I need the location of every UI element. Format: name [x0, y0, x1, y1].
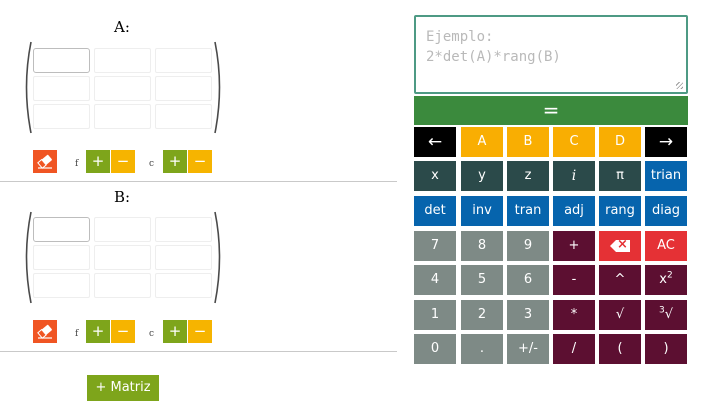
eraser-icon [37, 324, 52, 339]
key-matrix-a[interactable]: A [461, 127, 503, 157]
matrix-b-cell-3-2[interactable] [94, 273, 151, 298]
matrix-b-remove-col-button[interactable]: − [188, 320, 212, 343]
key-power[interactable]: ^ [599, 265, 641, 295]
matrix-b-left-bracket [19, 210, 33, 305]
matrix-divider [0, 181, 397, 182]
matrix-b-cell-1-1[interactable] [33, 217, 90, 242]
key-3[interactable]: 3 [507, 300, 549, 330]
matrix-a-cell-3-1[interactable] [33, 104, 90, 129]
matrix-b-cell-2-2[interactable] [94, 245, 151, 270]
matrix-a-right-bracket [213, 40, 227, 135]
key-y[interactable]: y [461, 161, 503, 191]
matrix-b-add-col-button[interactable]: + [163, 320, 187, 343]
matrix-b-remove-row-button[interactable]: − [111, 320, 135, 343]
key-square[interactable]: x2 [645, 265, 687, 295]
matrix-b-clear-button[interactable] [33, 320, 57, 343]
resize-grip-icon[interactable] [676, 82, 683, 89]
matrix-a-cell-2-1[interactable] [33, 76, 90, 101]
key-1[interactable]: 1 [414, 300, 456, 330]
key-x[interactable]: x [414, 161, 456, 191]
matrix-a-cell-3-2[interactable] [94, 104, 151, 129]
matrix-a-remove-col-button[interactable]: − [188, 150, 212, 173]
key-diag[interactable]: diag [645, 196, 687, 226]
key-sqrt[interactable]: √ [599, 300, 641, 330]
key-adj[interactable]: adj [553, 196, 595, 226]
key-7[interactable]: 7 [414, 231, 456, 261]
key-4[interactable]: 4 [414, 265, 456, 295]
matrix-a-cell-1-3[interactable] [155, 48, 212, 73]
cursor-left-button[interactable]: ← [414, 127, 456, 157]
matrix-a-add-row-button[interactable]: + [86, 150, 110, 173]
key-inv[interactable]: inv [461, 196, 503, 226]
matrix-a-add-col-button[interactable]: + [163, 150, 187, 173]
matrix-b-title: B: [113, 188, 131, 206]
backspace-button[interactable] [599, 231, 641, 261]
key-0[interactable]: 0 [414, 334, 456, 364]
key-trian[interactable]: trian [645, 161, 687, 191]
key-z[interactable]: z [507, 161, 549, 191]
clear-all-button[interactable]: AC [645, 231, 687, 261]
add-matrix-button[interactable]: + Matriz [87, 375, 159, 401]
matrix-b-cell-1-2[interactable] [94, 217, 151, 242]
matrix-a-clear-button[interactable] [33, 150, 57, 173]
matrix-a-title: A: [114, 18, 130, 36]
matrix-b-cols-label: c [149, 329, 155, 339]
matrix-a-cell-3-3[interactable] [155, 104, 212, 129]
key-negate[interactable]: +/- [507, 334, 549, 364]
key-8[interactable]: 8 [461, 231, 503, 261]
matrix-a-controls: f + − c + − [33, 150, 213, 173]
cursor-right-button[interactable]: → [645, 127, 687, 157]
key-matrix-b[interactable]: B [507, 127, 549, 157]
matrix-b-cell-1-3[interactable] [155, 217, 212, 242]
backspace-icon [610, 240, 630, 252]
expression-box [414, 15, 688, 94]
expression-input[interactable] [426, 27, 676, 82]
key-det[interactable]: det [414, 196, 456, 226]
key-decimal[interactable]: . [461, 334, 503, 364]
key-close-paren[interactable]: ) [645, 334, 687, 364]
matrix-divider [0, 351, 397, 352]
matrix-b-controls: f + − c + − [33, 320, 213, 343]
matrix-a-left-bracket [19, 40, 33, 135]
key-minus[interactable]: - [553, 265, 595, 295]
key-matrix-c[interactable]: C [553, 127, 595, 157]
key-6[interactable]: 6 [507, 265, 549, 295]
key-divide[interactable]: / [553, 334, 595, 364]
matrix-b-cell-2-1[interactable] [33, 245, 90, 270]
matrix-a-cell-1-2[interactable] [94, 48, 151, 73]
key-matrix-d[interactable]: D [599, 127, 641, 157]
matrix-b-rows-label: f [75, 329, 79, 339]
square-label: x2 [659, 270, 673, 287]
key-open-paren[interactable]: ( [599, 334, 641, 364]
matrix-b-cell-2-3[interactable] [155, 245, 212, 270]
matrix-b-cell-3-3[interactable] [155, 273, 212, 298]
matrix-a-cell-2-3[interactable] [155, 76, 212, 101]
matrix-b-cell-3-1[interactable] [33, 273, 90, 298]
key-tran[interactable]: tran [507, 196, 549, 226]
key-multiply[interactable]: * [553, 300, 595, 330]
matrix-a-remove-row-button[interactable]: − [111, 150, 135, 173]
cube-root-label: 3√ [658, 305, 674, 322]
key-plus[interactable]: + [553, 231, 595, 261]
matrix-a-cols-label: c [149, 159, 155, 169]
key-9[interactable]: 9 [507, 231, 549, 261]
key-2[interactable]: 2 [461, 300, 503, 330]
matrix-a-cell-2-2[interactable] [94, 76, 151, 101]
matrix-a-cell-1-1[interactable] [33, 48, 90, 73]
key-pi[interactable]: π [599, 161, 641, 191]
equals-button[interactable]: = [414, 96, 688, 125]
matrix-b-add-row-button[interactable]: + [86, 320, 110, 343]
eraser-icon [37, 154, 52, 169]
key-rang[interactable]: rang [599, 196, 641, 226]
matrix-b-right-bracket [213, 210, 227, 305]
key-imaginary-i[interactable]: i [553, 161, 595, 191]
key-cube-root[interactable]: 3√ [645, 300, 687, 330]
matrix-a-rows-label: f [75, 159, 79, 169]
key-5[interactable]: 5 [461, 265, 503, 295]
